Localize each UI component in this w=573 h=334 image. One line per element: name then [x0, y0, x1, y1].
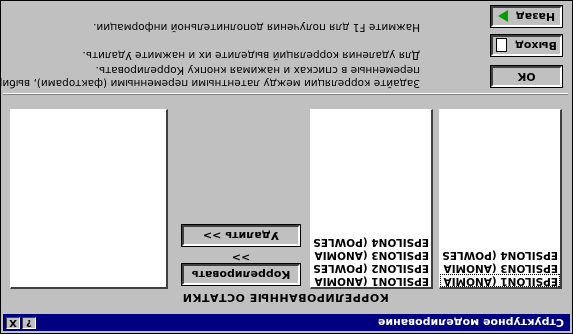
- list-item[interactable]: EPSILON3 (ANOMIA: [311, 248, 431, 261]
- title-bar[interactable]: Структурное моделирование ? X: [3, 314, 570, 331]
- list-item[interactable]: EPSILON1 (ANOMIA: [311, 274, 431, 287]
- list-item[interactable]: EPSILON2 (POWLES: [311, 261, 431, 274]
- back-label: Назад: [515, 10, 556, 23]
- list-item[interactable]: EPSILON3 (ANOMIA: [440, 261, 560, 274]
- green-arrow-left-icon: [497, 10, 508, 22]
- exit-label: Выход: [514, 39, 557, 52]
- instruction-line: Для удаления корреляций выделите их и на…: [82, 49, 420, 61]
- instruction-line: Задайте корреляции между латентными пере…: [0, 77, 420, 89]
- exit-button[interactable]: Выход: [490, 34, 563, 57]
- list-item[interactable]: EPSILON4 (POWLES: [440, 248, 560, 261]
- close-button[interactable]: X: [6, 317, 20, 329]
- window-title: Структурное моделирование: [377, 316, 564, 329]
- back-button[interactable]: Назад: [490, 5, 563, 28]
- instruction-line: переменные в списках и нажимая кнопку Ко…: [95, 64, 420, 76]
- separator: [3, 93, 568, 95]
- delete-button[interactable]: Удалить >>: [181, 224, 301, 247]
- ok-button[interactable]: ОК: [490, 65, 563, 88]
- residuals-list-left[interactable]: EPSILON1 (ANOMIA EPSILON3 (ANOMIA EPSILO…: [439, 109, 562, 289]
- list-item[interactable]: EPSILON1 (ANOMIA: [440, 274, 560, 287]
- residuals-list-middle[interactable]: EPSILON1 (ANOMIA EPSILON2 (POWLES EPSILO…: [310, 109, 433, 289]
- correlated-residuals-caption: КОРРЕЛИРОВАННЫЕ ОСТАТКИ: [182, 291, 389, 304]
- help-button[interactable]: ?: [22, 317, 36, 329]
- correlate-button[interactable]: Коррелировать >>: [181, 251, 301, 286]
- list-item[interactable]: EPSILON4 (POWLES: [311, 235, 431, 248]
- instruction-line: Нажмите F1 для получения дополнительной …: [93, 21, 420, 33]
- dialog-window: Структурное моделирование ? X КОРРЕЛИРОВ…: [0, 0, 573, 334]
- door-exit-icon: [496, 38, 508, 52]
- correlations-list[interactable]: [10, 109, 168, 289]
